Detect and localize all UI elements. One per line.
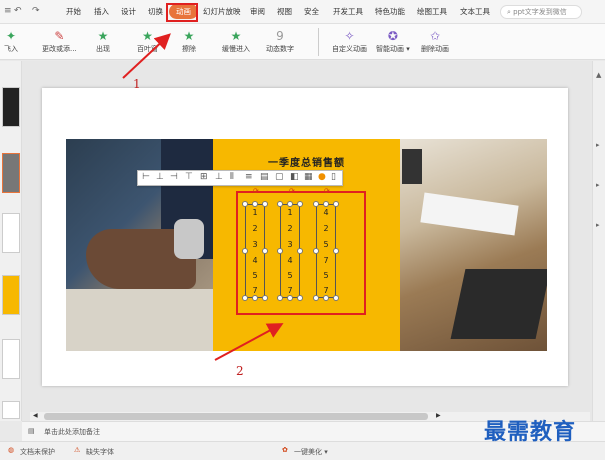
notes-icon: ▤ [28, 427, 35, 435]
scroll-left-icon[interactable]: ◀ [33, 412, 38, 419]
horizontal-scroll-thumb[interactable] [44, 413, 428, 420]
arrow-to-selection [214, 323, 284, 361]
notes-placeholder[interactable]: 单击此处添加备注 [44, 427, 100, 437]
font-warning-icon: ⚠ [74, 446, 81, 454]
one-click-beautify-button[interactable]: 一键美化 ▾ [294, 447, 328, 457]
annotation-label-2: 2 [236, 364, 244, 378]
arrow-to-animation-tab [122, 33, 171, 79]
beautify-icon: ✿ [282, 446, 288, 454]
scroll-right-icon[interactable]: ▶ [436, 412, 441, 419]
doc-protect-status[interactable]: 文档未保护 [20, 447, 55, 457]
missing-font-status[interactable]: 缺失字体 [86, 447, 114, 457]
watermark-logo: 最需教育 [484, 419, 577, 445]
annotation-label-1: 1 [133, 77, 141, 91]
annotation-arrows [122, 33, 284, 361]
shield-icon: ◍ [8, 446, 15, 454]
